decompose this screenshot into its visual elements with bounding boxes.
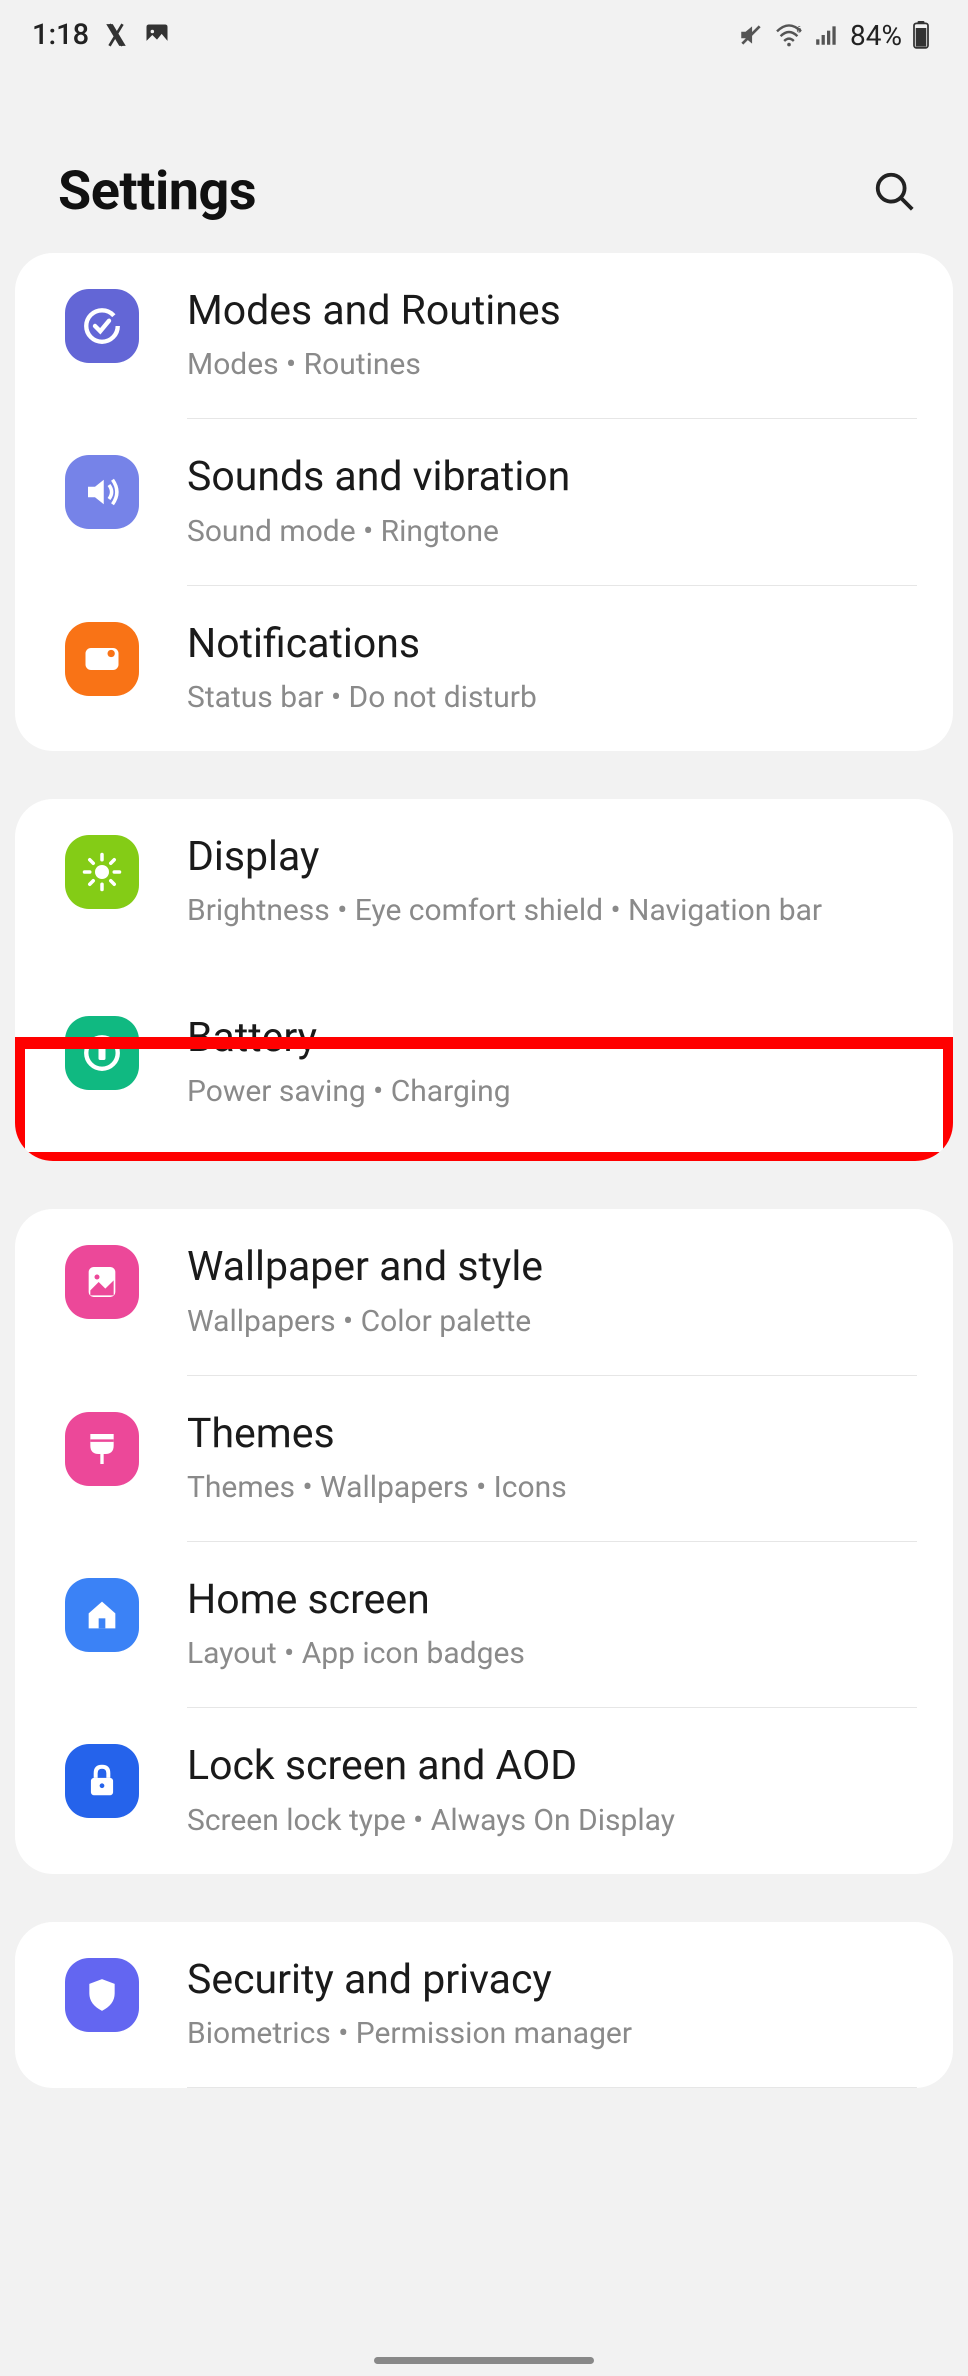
sounds-vibration-item[interactable]: Sounds and vibration Sound mode • Ringto… <box>15 419 953 584</box>
wallpaper-style-item[interactable]: Wallpaper and style Wallpapers • Color p… <box>15 1209 953 1374</box>
item-content: Wallpaper and style Wallpapers • Color p… <box>187 1241 913 1342</box>
wifi-icon: 6 <box>774 23 804 47</box>
home-indicator[interactable] <box>374 2357 594 2364</box>
page-title: Settings <box>58 160 256 223</box>
item-content: Themes Themes • Wallpapers • Icons <box>187 1408 913 1509</box>
x-app-icon <box>103 22 129 48</box>
wallpaper-icon <box>65 1245 139 1319</box>
status-bar: 1:18 6 84% <box>0 0 968 70</box>
modes-routines-icon <box>65 289 139 363</box>
signal-icon <box>814 24 840 46</box>
item-title: Notifications <box>187 618 913 671</box>
lock-screen-item[interactable]: Lock screen and AOD Screen lock type • A… <box>15 1708 953 1873</box>
settings-group: Wallpaper and style Wallpapers • Color p… <box>15 1209 953 1873</box>
battery-icon <box>65 1016 139 1090</box>
item-subtitle: Power saving • Charging <box>187 1071 913 1113</box>
item-title: Wallpaper and style <box>187 1241 913 1294</box>
mute-icon <box>738 22 764 48</box>
item-subtitle: Layout • App icon badges <box>187 1633 913 1675</box>
item-title: Home screen <box>187 1574 913 1627</box>
item-title: Lock screen and AOD <box>187 1740 913 1793</box>
search-button[interactable] <box>872 169 918 215</box>
item-subtitle: Modes • Routines <box>187 344 913 386</box>
item-subtitle: Wallpapers • Color palette <box>187 1301 913 1343</box>
modes-routines-item[interactable]: Modes and Routines Modes • Routines <box>15 253 953 418</box>
item-title: Display <box>187 831 913 884</box>
status-right: 6 84% <box>738 19 930 52</box>
item-title: Themes <box>187 1408 913 1461</box>
item-subtitle: Screen lock type • Always On Display <box>187 1800 913 1842</box>
settings-group: Security and privacy Biometrics • Permis… <box>15 1922 953 2088</box>
item-content: Notifications Status bar • Do not distur… <box>187 618 913 719</box>
item-subtitle: Biometrics • Permission manager <box>187 2013 913 2055</box>
item-content: Sounds and vibration Sound mode • Ringto… <box>187 451 913 552</box>
security-privacy-item[interactable]: Security and privacy Biometrics • Permis… <box>15 1922 953 2087</box>
item-title: Modes and Routines <box>187 285 913 338</box>
item-subtitle: Status bar • Do not disturb <box>187 677 913 719</box>
sounds-icon <box>65 455 139 529</box>
item-title: Sounds and vibration <box>187 451 913 504</box>
item-subtitle: Brightness • Eye comfort shield • Naviga… <box>187 890 913 932</box>
status-left: 1:18 <box>32 18 171 52</box>
security-icon <box>65 1958 139 2032</box>
item-content: Modes and Routines Modes • Routines <box>187 285 913 386</box>
settings-group: Modes and Routines Modes • Routines Soun… <box>15 253 953 751</box>
notifications-item[interactable]: Notifications Status bar • Do not distur… <box>15 586 953 751</box>
display-item[interactable]: Display Brightness • Eye comfort shield … <box>15 799 953 964</box>
divider <box>187 2087 917 2088</box>
item-title: Security and privacy <box>187 1954 913 2007</box>
battery-percentage: 84% <box>850 19 902 52</box>
battery-item[interactable]: Battery Power saving • Charging <box>15 964 953 1161</box>
themes-item[interactable]: Themes Themes • Wallpapers • Icons <box>15 1376 953 1541</box>
item-content: Home screen Layout • App icon badges <box>187 1574 913 1675</box>
item-subtitle: Themes • Wallpapers • Icons <box>187 1467 913 1509</box>
home-screen-item[interactable]: Home screen Layout • App icon badges <box>15 1542 953 1707</box>
item-subtitle: Sound mode • Ringtone <box>187 511 913 553</box>
home-icon <box>65 1578 139 1652</box>
gallery-app-icon <box>143 21 171 49</box>
lock-icon <box>65 1744 139 1818</box>
item-content: Security and privacy Biometrics • Permis… <box>187 1954 913 2055</box>
item-content: Lock screen and AOD Screen lock type • A… <box>187 1740 913 1841</box>
item-title: Battery <box>187 1012 913 1065</box>
battery-icon <box>912 21 930 49</box>
status-time: 1:18 <box>32 18 89 52</box>
themes-icon <box>65 1412 139 1486</box>
svg-text:6: 6 <box>796 25 801 36</box>
item-content: Battery Power saving • Charging <box>187 1012 913 1113</box>
notifications-icon <box>65 622 139 696</box>
search-icon <box>872 169 918 215</box>
page-header: Settings <box>0 70 968 253</box>
display-icon <box>65 835 139 909</box>
settings-group: Display Brightness • Eye comfort shield … <box>15 799 953 1162</box>
item-content: Display Brightness • Eye comfort shield … <box>187 831 913 932</box>
